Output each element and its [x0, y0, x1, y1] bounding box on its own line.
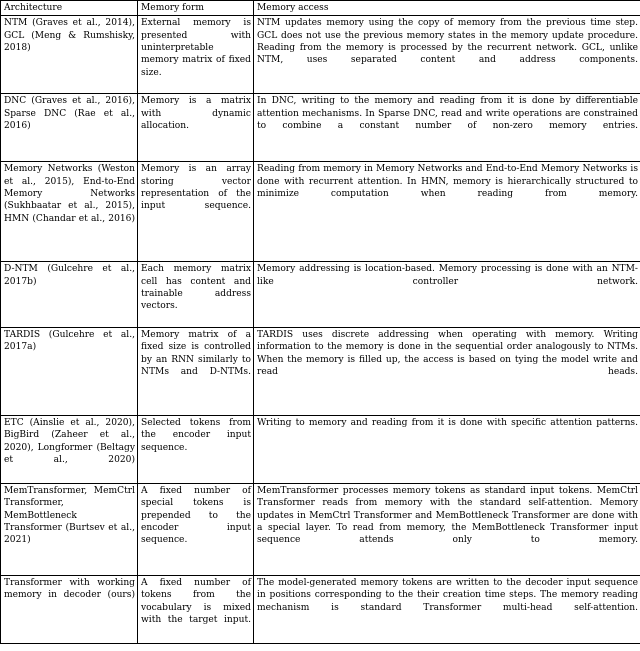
cell-memory-access: Memory addressing is location-based. Mem…	[253, 261, 640, 328]
cell-architecture: Memory Networks (Weston et al., 2015), E…	[0, 161, 138, 263]
cell-memory-form: A fixed number of tokens from the vocabu…	[137, 575, 254, 644]
cell-memory-form: Memory is a matrix with dynamic allocati…	[137, 93, 254, 163]
column-header-architecture: Architecture	[0, 0, 138, 17]
column-header-memory-access: Memory access	[253, 0, 640, 17]
cell-memory-form: Each memory matrix cell has content and …	[137, 261, 254, 328]
table-row: ETC (Ainslie et al., 2020), BigBird (Zah…	[0, 415, 640, 484]
cell-memory-access: The model-generated memory tokens are wr…	[253, 575, 640, 644]
cell-architecture: MemTransformer, MemCtrl Transformer, Mem…	[0, 483, 138, 576]
cell-memory-access: Writing to memory and reading from it is…	[253, 415, 640, 484]
cell-memory-form: Memory is an array storing vector repres…	[137, 161, 254, 263]
cell-memory-form: Selected tokens from the encoder input s…	[137, 415, 254, 484]
cell-memory-access: Reading from memory in Memory Networks a…	[253, 161, 640, 263]
table-row: Memory Networks (Weston et al., 2015), E…	[0, 161, 640, 263]
cell-memory-access: NTM updates memory using the copy of mem…	[253, 15, 640, 95]
table-row: NTM (Graves et al., 2014), GCL (Meng & R…	[0, 15, 640, 95]
cell-memory-form: Memory matrix of a fixed size is control…	[137, 327, 254, 416]
cell-memory-access: MemTransformer processes memory tokens a…	[253, 483, 640, 576]
column-header-memory-form: Memory form	[137, 0, 254, 17]
cell-architecture: DNC (Graves et al., 2016), Sparse DNC (R…	[0, 93, 138, 163]
cell-architecture: ETC (Ainslie et al., 2020), BigBird (Zah…	[0, 415, 138, 484]
cell-memory-form: A fixed number of special tokens is prep…	[137, 483, 254, 576]
cell-architecture: NTM (Graves et al., 2014), GCL (Meng & R…	[0, 15, 138, 95]
table-row: Transformer with working memory in decod…	[0, 575, 640, 644]
table-header-row: Architecture Memory form Memory access	[0, 0, 640, 17]
cell-memory-access: In DNC, writing to the memory and readin…	[253, 93, 640, 163]
cell-architecture: TARDIS (Gulcehre et al., 2017a)	[0, 327, 138, 416]
cell-architecture: Transformer with working memory in decod…	[0, 575, 138, 644]
cell-memory-access: TARDIS uses discrete addressing when ope…	[253, 327, 640, 416]
cell-architecture: D-NTM (Gulcehre et al., 2017b)	[0, 261, 138, 328]
table-row: TARDIS (Gulcehre et al., 2017a) Memory m…	[0, 327, 640, 416]
table-body: NTM (Graves et al., 2014), GCL (Meng & R…	[0, 15, 640, 644]
comparison-table-container: Architecture Memory form Memory access N…	[0, 0, 640, 651]
cell-memory-form: External memory is presented with uninte…	[137, 15, 254, 95]
architecture-comparison-table: Architecture Memory form Memory access N…	[0, 0, 640, 644]
table-row: DNC (Graves et al., 2016), Sparse DNC (R…	[0, 93, 640, 163]
table-row: MemTransformer, MemCtrl Transformer, Mem…	[0, 483, 640, 576]
table-row: D-NTM (Gulcehre et al., 2017b) Each memo…	[0, 261, 640, 328]
